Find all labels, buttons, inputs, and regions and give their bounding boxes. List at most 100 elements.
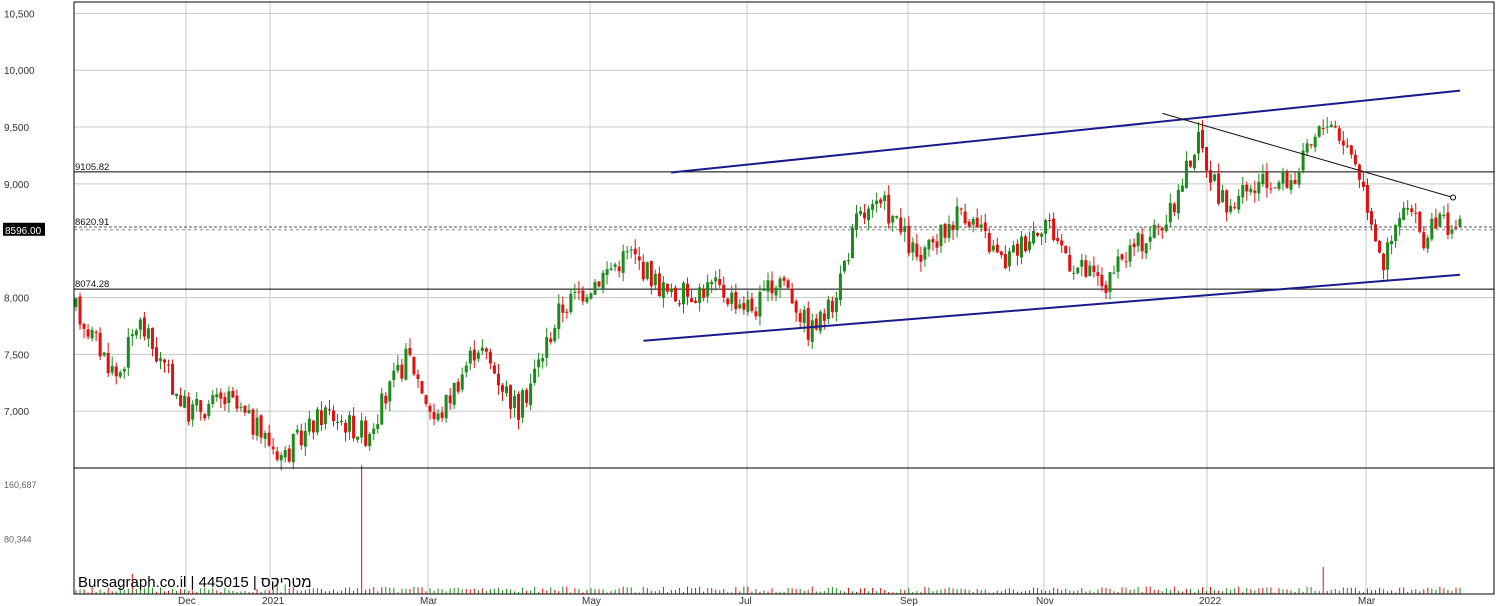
candle-body	[1213, 174, 1217, 181]
candle-body	[625, 251, 629, 253]
candle-body	[480, 347, 484, 351]
candle-body	[686, 283, 690, 297]
candle-body	[1309, 144, 1313, 146]
candle-body	[239, 407, 243, 409]
candle-body	[1422, 232, 1426, 249]
candle-body	[102, 352, 106, 356]
candle-body	[1458, 218, 1462, 227]
candle-body	[1345, 145, 1349, 147]
last-price-tag: 8596.00	[3, 222, 45, 237]
candle-body	[195, 398, 199, 406]
candle-body	[1015, 243, 1019, 256]
candle-body	[1044, 220, 1048, 234]
candle-body	[1052, 218, 1056, 241]
candle-body	[629, 249, 633, 251]
trendlines	[643, 89, 1461, 342]
candle-body	[537, 359, 541, 368]
candle-body	[1285, 172, 1289, 188]
candle-body	[199, 400, 203, 413]
candle-body	[939, 224, 943, 247]
date-tick-label: Jul	[739, 596, 752, 606]
candle-body	[191, 404, 195, 420]
candle-body	[694, 300, 698, 303]
candle-body	[275, 451, 279, 460]
candle-body	[1233, 206, 1237, 208]
candle-body	[504, 386, 508, 394]
candle-body	[468, 350, 472, 364]
candle-body	[967, 221, 971, 227]
candle-body	[448, 395, 452, 404]
price-tick-label: 7,500	[4, 350, 29, 361]
watermark-text: Bursagraph.co.il | 445015 | מטריקס	[78, 574, 312, 591]
candle-body	[211, 395, 215, 404]
candle-body	[850, 227, 854, 259]
candle-body	[677, 303, 681, 305]
candle-body	[219, 392, 223, 399]
candle-body	[1217, 173, 1221, 204]
candle-body	[1297, 171, 1301, 185]
candle-body	[818, 311, 822, 332]
candle-body	[98, 332, 102, 357]
candle-body	[834, 297, 838, 313]
candle-body	[577, 291, 581, 293]
candle-body	[1172, 203, 1176, 213]
candle-body	[806, 308, 810, 340]
candle-body	[750, 298, 754, 311]
candlesticks	[74, 117, 1462, 471]
last-price-label: 8596.00	[5, 226, 42, 237]
candle-body	[637, 256, 641, 261]
candle-body	[207, 403, 211, 417]
candle-body	[1434, 217, 1438, 229]
candle-body	[1140, 234, 1144, 252]
candle-body	[1337, 128, 1341, 141]
candle-body	[271, 446, 275, 450]
candle-body	[1196, 131, 1200, 154]
candle-body	[1068, 254, 1072, 272]
candle-body	[895, 215, 899, 218]
candle-body	[1273, 187, 1277, 189]
candle-body	[356, 436, 360, 440]
price-tick-label: 10,000	[4, 66, 35, 77]
candle-body	[778, 278, 782, 288]
candle-body	[987, 232, 991, 252]
candle-body	[1148, 236, 1152, 242]
candle-body	[1096, 272, 1100, 276]
candle-body	[758, 291, 762, 317]
candle-body	[1092, 265, 1096, 272]
candle-body	[78, 296, 82, 325]
candle-body	[794, 301, 798, 313]
candle-body	[179, 395, 183, 407]
candle-body	[323, 407, 327, 424]
candle-body	[1261, 173, 1265, 185]
candle-body	[1253, 190, 1257, 193]
candle-body	[400, 364, 404, 379]
candle-body	[891, 216, 895, 223]
candle-body	[412, 356, 416, 375]
candle-body	[710, 281, 714, 285]
candle-body	[255, 417, 259, 436]
candle-body	[1056, 238, 1060, 242]
candle-body	[1341, 140, 1345, 146]
candle-body	[311, 420, 315, 433]
candle-body	[243, 405, 247, 413]
candle-body	[907, 225, 911, 254]
candle-body	[915, 243, 919, 257]
candle-body	[585, 297, 589, 303]
candle-body	[899, 217, 903, 233]
candle-body	[1112, 272, 1116, 274]
candle-body	[991, 245, 995, 251]
candle-body	[1454, 227, 1458, 229]
candle-body	[1128, 245, 1132, 262]
candle-body	[1325, 126, 1329, 128]
candle-body	[1321, 128, 1325, 130]
candle-body	[344, 422, 348, 433]
candle-body	[492, 365, 496, 374]
candle-body	[106, 353, 110, 374]
candle-body	[388, 381, 392, 402]
candle-body	[657, 273, 661, 297]
date-tick-label: May	[582, 596, 601, 606]
candle-body	[500, 385, 504, 392]
candle-body	[766, 280, 770, 292]
candle-body	[307, 418, 311, 432]
candle-body	[1168, 203, 1172, 223]
